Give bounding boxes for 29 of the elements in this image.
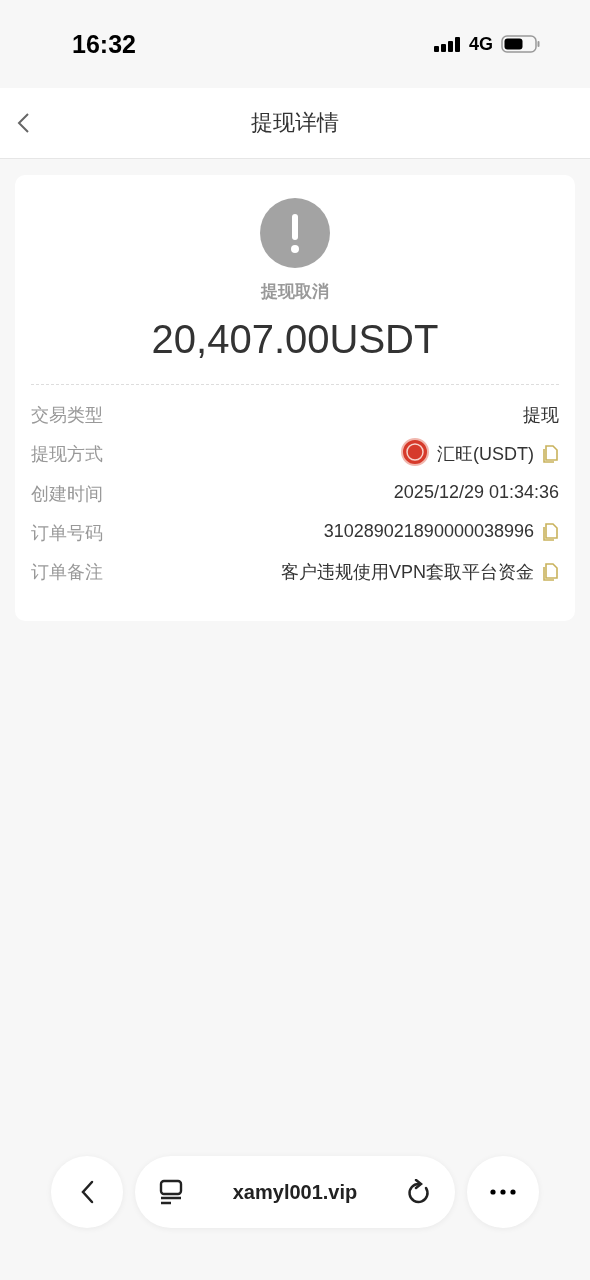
- page-title: 提现详情: [251, 109, 339, 137]
- clock: 16:32: [72, 29, 137, 59]
- field-value: 汇旺(USDT): [437, 443, 534, 466]
- field-value: 2025/12/29 01:34:36: [393, 482, 559, 503]
- signal-icon: [434, 35, 461, 53]
- field-label: 创建时间: [31, 483, 103, 506]
- field-value: 提现: [523, 404, 559, 427]
- copy-icon[interactable]: [542, 521, 559, 542]
- warning-icon: [260, 198, 330, 268]
- field-label: 提现方式: [31, 443, 103, 466]
- address-bar[interactable]: xamyl001.vip: [135, 1156, 455, 1228]
- battery-icon: [501, 35, 540, 53]
- field-label: 订单号码: [31, 522, 103, 545]
- field-value: 310289021890000038996: [323, 521, 534, 542]
- url-text: xamyl001.vip: [232, 1180, 358, 1204]
- back-icon: [79, 1180, 95, 1204]
- tabs-icon: [159, 1179, 183, 1205]
- network-type: 4G: [469, 33, 493, 55]
- status-label: 提现取消: [261, 281, 329, 303]
- back-icon: [16, 112, 30, 134]
- copy-icon[interactable]: [542, 444, 559, 464]
- reload-icon[interactable]: [407, 1179, 431, 1205]
- field-label: 订单备注: [31, 561, 103, 584]
- copy-icon[interactable]: [542, 562, 559, 582]
- payment-logo-icon: [401, 438, 429, 466]
- field-label: 交易类型: [31, 404, 103, 427]
- field-value: 客户违规使用VPN套取平台资金: [281, 561, 534, 584]
- amount: 20,407.00USDT: [151, 317, 439, 362]
- more-icon: [490, 1189, 516, 1195]
